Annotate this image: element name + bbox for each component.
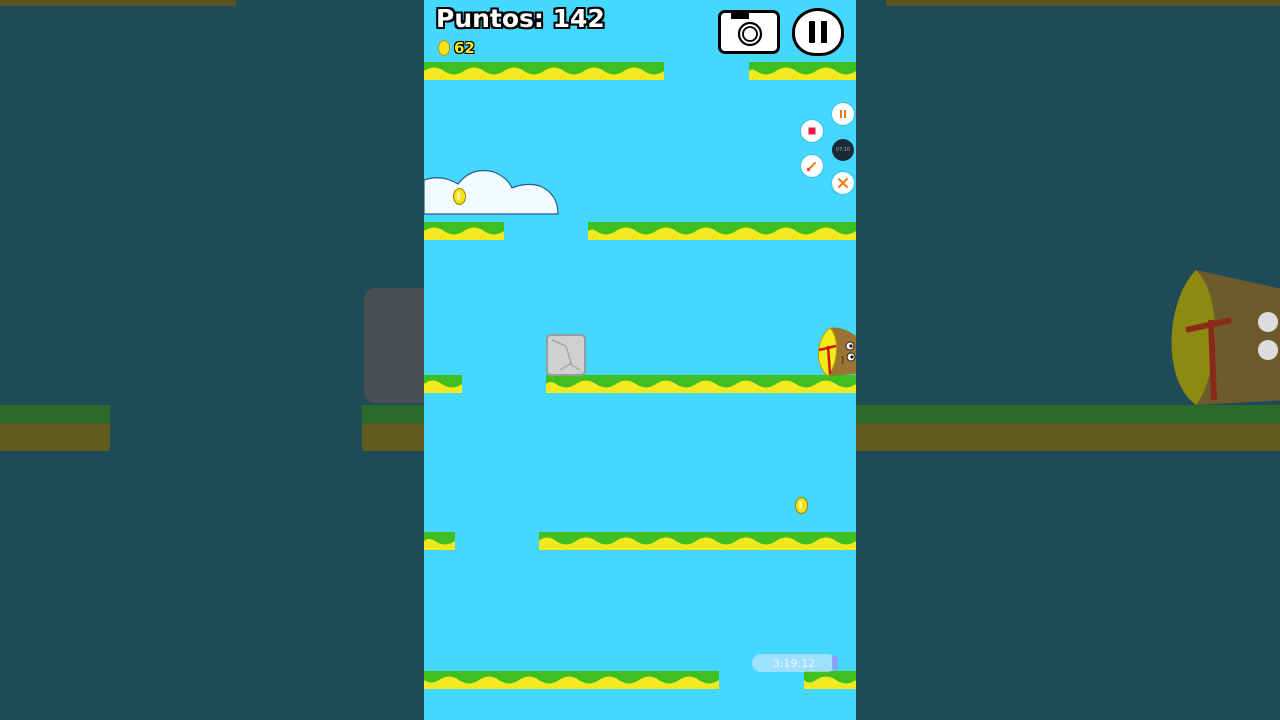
platform	[539, 532, 856, 550]
coin-count: 62	[454, 39, 475, 57]
cloud	[424, 169, 559, 215]
blurred-platform	[886, 0, 1280, 6]
blurred-background-right	[856, 0, 1280, 720]
camera-icon	[731, 13, 763, 47]
blurred-platform	[0, 405, 110, 451]
blurred-background-left	[0, 0, 424, 720]
pause-icon	[840, 110, 846, 118]
blurred-platform	[856, 405, 1280, 451]
platform	[424, 532, 455, 550]
brush-icon	[806, 162, 816, 172]
coin	[795, 497, 808, 514]
blurred-character	[1171, 270, 1280, 405]
stop-icon	[808, 127, 816, 135]
pause-icon	[809, 21, 827, 43]
pause-button[interactable]	[792, 8, 844, 56]
blurred-block	[364, 288, 424, 403]
platform	[424, 375, 462, 393]
platform	[546, 375, 856, 393]
blurred-platform	[0, 0, 236, 6]
game-viewport[interactable]: Puntos: 142 62 07:10 3:19:12	[424, 0, 856, 720]
coin	[453, 188, 466, 205]
recorder-brush-button[interactable]	[801, 155, 823, 177]
platform	[424, 62, 664, 80]
recorder-close-button[interactable]	[832, 172, 854, 194]
video-timestamp: 3:19:12	[752, 654, 838, 672]
camera-button[interactable]	[718, 10, 780, 54]
platform	[749, 62, 856, 80]
score-label: Puntos: 142	[436, 4, 605, 33]
platform	[804, 671, 856, 689]
close-icon	[838, 178, 848, 188]
stone-block	[546, 334, 586, 376]
platform	[424, 671, 719, 689]
coin-icon	[438, 40, 450, 56]
recorder-pause-button[interactable]	[832, 103, 854, 125]
platform	[588, 222, 856, 240]
recorder-stop-button[interactable]	[801, 120, 823, 142]
blurred-platform	[362, 405, 424, 451]
coin-counter: 62	[438, 39, 475, 57]
platform	[424, 222, 504, 240]
recorder-timer: 07:10	[832, 139, 854, 161]
pou-character	[818, 327, 856, 377]
